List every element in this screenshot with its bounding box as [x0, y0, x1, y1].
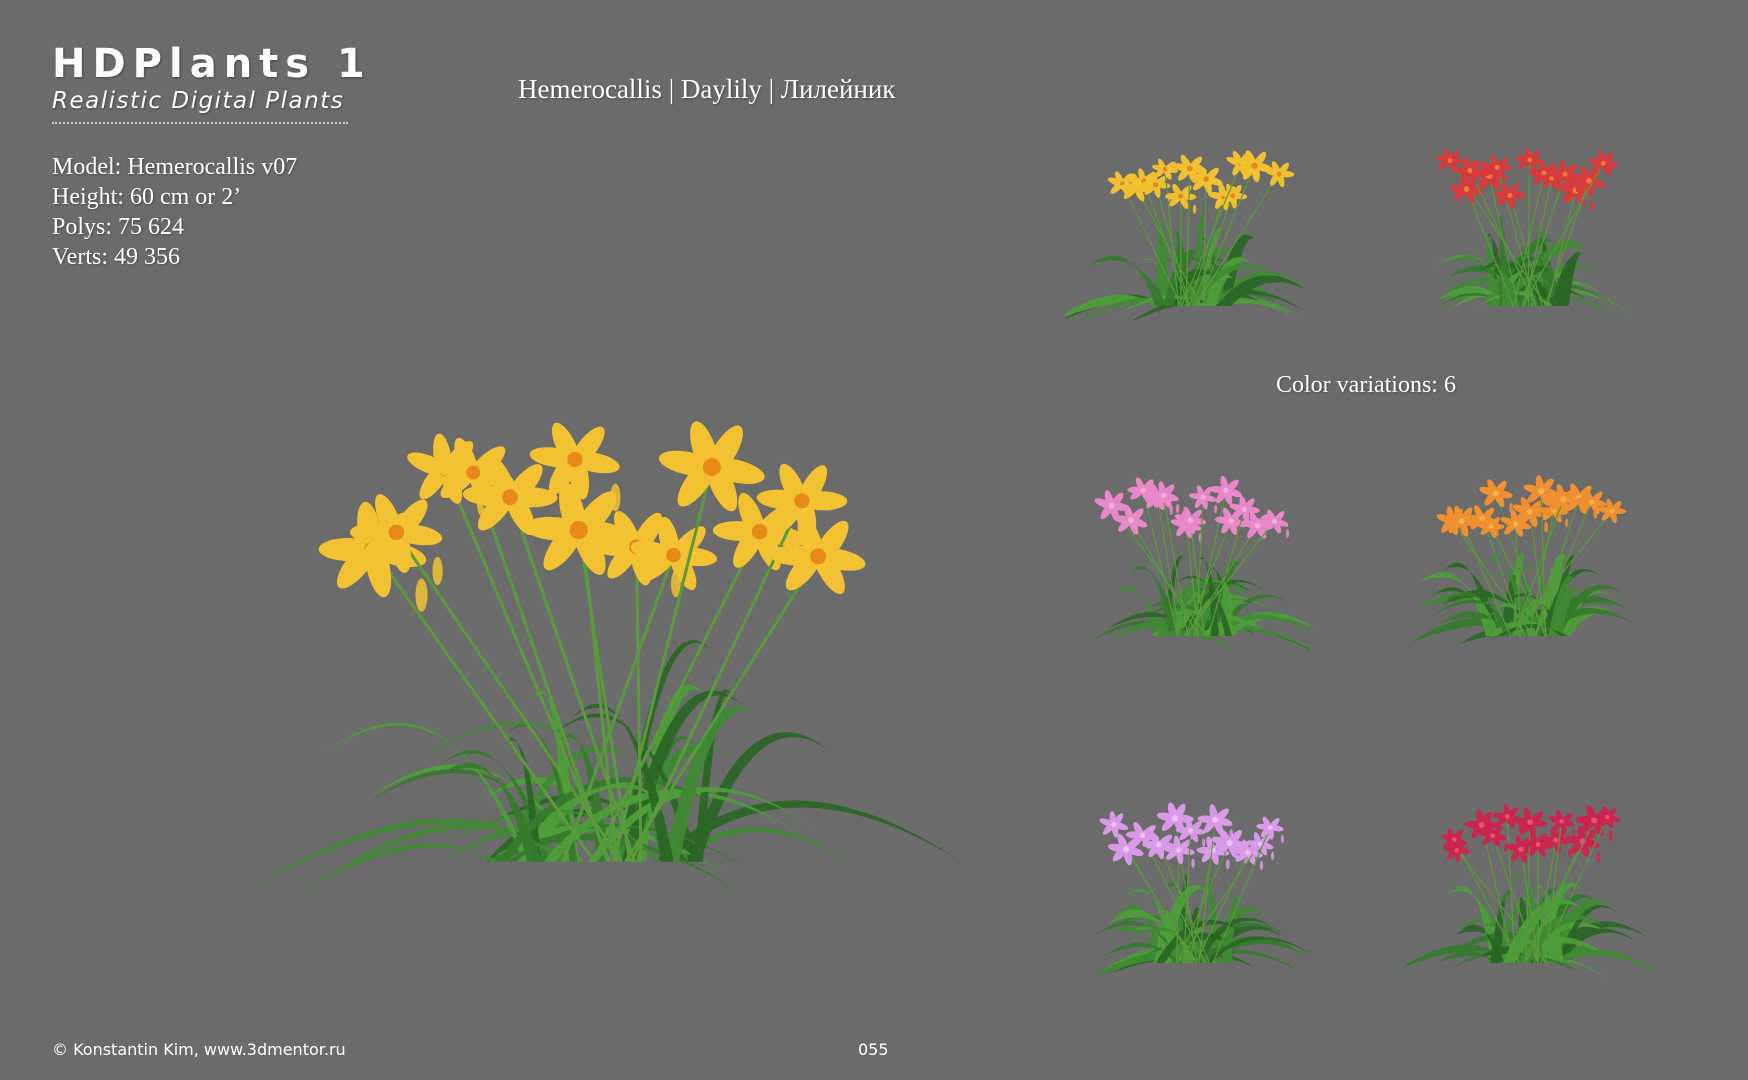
flower-bud — [1565, 518, 1569, 528]
brand-subtitle: Realistic Digital Plants — [52, 88, 345, 114]
brand-divider — [52, 122, 348, 124]
daylily-illustration — [1435, 147, 1631, 319]
daylily-illustration — [1398, 803, 1658, 977]
daylily-illustration — [244, 421, 961, 895]
flower-bud — [1175, 503, 1180, 514]
daylily-illustration — [1093, 802, 1318, 977]
flower-bud — [1259, 860, 1264, 871]
page-number: 055 — [858, 1040, 889, 1059]
flower-bud — [1191, 858, 1195, 869]
color-variation-3-render — [1065, 475, 1325, 650]
flower-bud — [415, 578, 428, 612]
flower-bud — [432, 556, 443, 586]
flower-bud — [1285, 529, 1290, 539]
daylily-illustration — [1407, 475, 1636, 645]
flower-bud — [1280, 834, 1284, 844]
spec-height: Height: 60 cm or 2’ — [52, 184, 242, 210]
flower-bud — [1596, 851, 1601, 863]
page-title: Hemerocallis | Daylily | Лилейник — [518, 74, 896, 104]
color-variation-1-render — [1065, 145, 1325, 320]
flower — [1256, 816, 1284, 840]
spec-polys: Polys: 75 624 — [52, 214, 185, 240]
model-specs: Model: Hemerocallis v07 Height: 60 cm or… — [52, 152, 297, 272]
spec-verts: Verts: 49 356 — [52, 244, 180, 270]
flower — [1264, 161, 1295, 188]
color-variation-6-render — [1398, 802, 1658, 977]
flower-bud — [1544, 521, 1549, 533]
leaf — [305, 843, 499, 890]
spec-model: Model: Hemerocallis v07 — [52, 154, 298, 180]
flower-bud — [1572, 828, 1576, 837]
flower-bud — [1214, 504, 1218, 514]
color-variation-2-render — [1398, 145, 1658, 320]
flower — [1479, 479, 1513, 508]
daylily-illustration — [1090, 475, 1320, 650]
color-variation-4-render — [1398, 475, 1658, 650]
flower-stem — [371, 548, 596, 863]
flower-bud — [1202, 838, 1206, 848]
flower-bud — [1225, 859, 1230, 870]
flower-bud — [1590, 200, 1595, 212]
flower-bud — [1608, 830, 1613, 842]
color-variation-5-render — [1065, 802, 1325, 977]
brand-title: HDPlants 1 — [52, 41, 372, 87]
daylily-illustration — [1065, 150, 1307, 320]
flower — [1099, 811, 1129, 838]
brand-block: HDPlants 1 Realistic Digital Plants — [52, 41, 372, 124]
main-plant-render — [210, 420, 980, 900]
flower-bud — [1192, 204, 1197, 215]
footer-credit: © Konstantin Kim, www.3dmentor.ru — [52, 1040, 346, 1059]
flower-bud — [1270, 851, 1275, 861]
flower — [1513, 807, 1548, 837]
color-variations-label: Color variations: 6 — [1276, 372, 1456, 398]
